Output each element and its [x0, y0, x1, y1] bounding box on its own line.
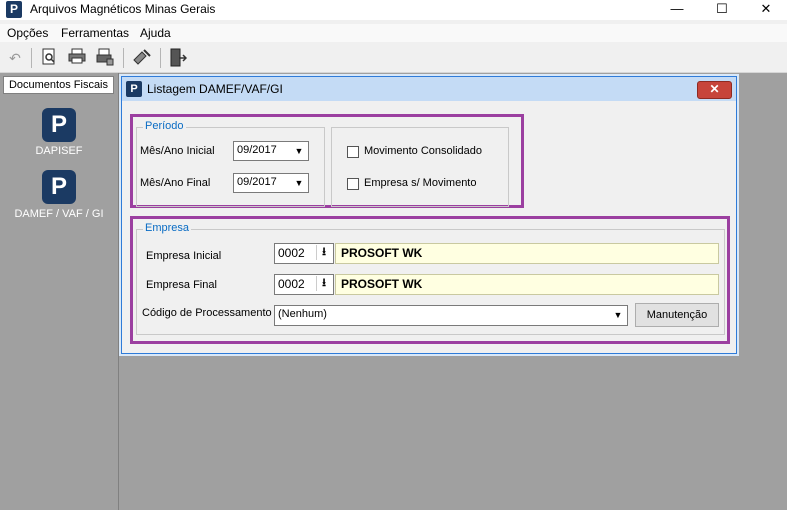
menu-opcoes[interactable]: Opções [7, 26, 48, 40]
chevron-down-icon[interactable]: ▼ [291, 143, 307, 159]
empresa-final-code-value: 0002 [278, 277, 305, 291]
dapisef-icon[interactable]: P [42, 108, 76, 142]
sidebar-header: Documentos Fiscais [3, 76, 114, 94]
listagem-dialog: P Listagem DAMEF/VAF/GI ✕ Período Mês/An… [121, 76, 737, 354]
empresa-final-code[interactable]: 0002 ⭳ [274, 274, 334, 295]
maximize-button[interactable]: ☐ [700, 0, 744, 20]
periodo-legend: Período [143, 120, 186, 132]
close-button[interactable]: ✕ [744, 0, 787, 20]
exit-icon[interactable] [168, 48, 188, 68]
codigo-processamento-select[interactable]: (Nenhum) ▼ [274, 305, 628, 326]
mes-ano-inicial-value: 09/2017 [237, 144, 277, 156]
lookup-icon[interactable]: ⭳ [316, 276, 331, 291]
empresa-inicial-name: PROSOFT WK [335, 243, 719, 264]
empresa-legend: Empresa [143, 222, 192, 234]
mes-ano-inicial-label: Mês/Ano Inicial [140, 145, 215, 157]
mes-ano-final-label: Mês/Ano Final [140, 177, 211, 189]
sidebar-item-damef-vaf-gi[interactable]: DAMEF / VAF / GI [0, 208, 118, 220]
app-icon: P [6, 1, 22, 18]
empresa-inicial-label: Empresa Inicial [146, 250, 222, 262]
sidebar-item-dapisef[interactable]: DAPISEF [0, 145, 118, 157]
movimento-consolidado-label: Movimento Consolidado [364, 145, 483, 157]
undo-icon[interactable]: ↶ [5, 48, 25, 68]
mes-ano-final-select[interactable]: 09/2017 ▼ [233, 173, 309, 193]
manutencao-button[interactable]: Manutenção [635, 303, 719, 327]
empresa-final-name: PROSOFT WK [335, 274, 719, 295]
empresa-final-name-value: PROSOFT WK [341, 277, 423, 291]
menu-ajuda[interactable]: Ajuda [140, 26, 171, 40]
title-bar: P Arquivos Magnéticos Minas Gerais — ☐ ✕ [0, 0, 787, 20]
options-group [331, 127, 509, 207]
chevron-down-icon[interactable]: ▼ [291, 175, 307, 191]
dialog-close-button[interactable]: ✕ [697, 81, 732, 99]
mes-ano-final-value: 09/2017 [237, 176, 277, 188]
dialog-title: Listagem DAMEF/VAF/GI [147, 82, 283, 96]
window-title: Arquivos Magnéticos Minas Gerais [30, 2, 216, 16]
damef-icon[interactable]: P [42, 170, 76, 204]
toolbar: ↶ [0, 44, 787, 73]
lookup-icon[interactable]: ⭳ [316, 245, 331, 260]
chevron-down-icon[interactable]: ▼ [610, 307, 626, 323]
print-setup-icon[interactable] [95, 48, 115, 68]
menu-ferramentas[interactable]: Ferramentas [61, 26, 129, 40]
movimento-consolidado-checkbox[interactable] [347, 146, 359, 158]
periodo-group: Período [136, 120, 325, 207]
mes-ano-inicial-select[interactable]: 09/2017 ▼ [233, 141, 309, 161]
dialog-app-icon: P [126, 81, 142, 97]
print-icon[interactable] [67, 48, 87, 68]
codigo-processamento-value: (Nenhum) [278, 308, 327, 320]
dialog-title-bar: P Listagem DAMEF/VAF/GI ✕ [122, 77, 736, 101]
documents-sidebar: Documentos Fiscais P DAPISEF P DAMEF / V… [0, 73, 119, 510]
empresa-inicial-code-value: 0002 [278, 246, 305, 260]
toolbar-separator [123, 48, 124, 68]
empresa-final-label: Empresa Final [146, 279, 217, 291]
print-preview-icon[interactable] [39, 48, 59, 68]
toolbar-separator [160, 48, 161, 68]
empresa-inicial-code[interactable]: 0002 ⭳ [274, 243, 334, 264]
empresa-inicial-name-value: PROSOFT WK [341, 246, 423, 260]
toolbar-separator [31, 48, 32, 68]
menu-bar: Opções Ferramentas Ajuda [0, 24, 787, 42]
minimize-button[interactable]: — [655, 0, 699, 20]
empresa-sem-movimento-checkbox[interactable] [347, 178, 359, 190]
codigo-processamento-label: Código de Processamento [142, 307, 272, 319]
empresa-sem-movimento-label: Empresa s/ Movimento [364, 177, 477, 189]
tools-icon[interactable] [132, 48, 152, 68]
